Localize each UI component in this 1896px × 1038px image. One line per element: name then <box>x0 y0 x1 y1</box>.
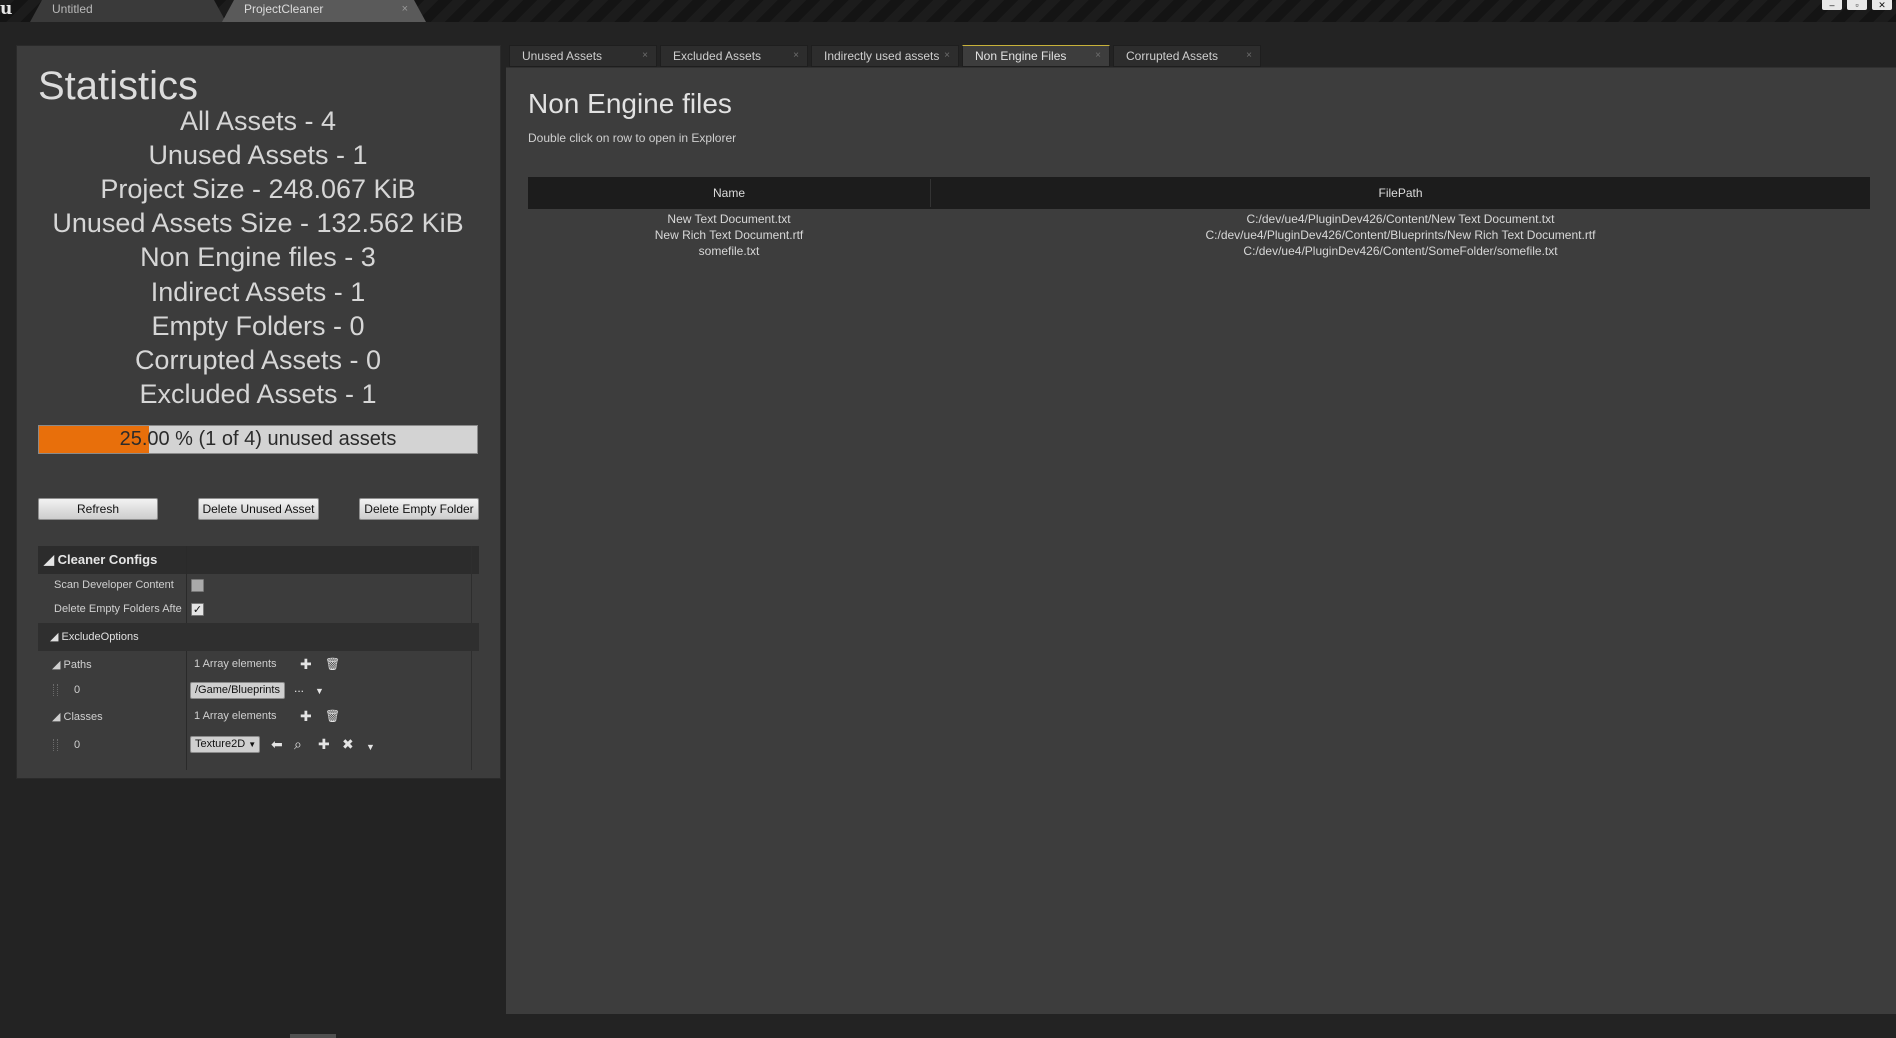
exclude-options-title: ExcludeOptions <box>61 631 139 643</box>
close-icon[interactable]: × <box>642 50 648 61</box>
classes-label-text: Classes <box>63 711 103 723</box>
tab-label: Indirectly used assets <box>824 49 940 63</box>
tab-unused-assets[interactable]: Unused Assets × <box>509 45 657 67</box>
tab-indirectly-used-assets[interactable]: Indirectly used assets × <box>811 45 959 67</box>
classes-label[interactable]: ◢ Classes <box>52 710 103 723</box>
status-bar <box>0 1014 1896 1038</box>
collapse-triangle-icon[interactable]: ◢ <box>44 552 54 567</box>
drag-handle-icon[interactable] <box>53 739 58 751</box>
tab-label: Corrupted Assets <box>1126 49 1219 63</box>
use-selected-arrow-icon[interactable]: ⬅ <box>271 737 283 751</box>
class-select-value: Texture2D <box>195 738 246 750</box>
stat-corrupted: Corrupted Assets - 0 <box>134 345 382 375</box>
close-icon[interactable]: × <box>1246 50 1252 61</box>
paths-label-text: Paths <box>63 659 92 671</box>
drag-handle-icon[interactable] <box>53 684 58 696</box>
class-select[interactable]: Texture2D ▼ <box>190 736 261 753</box>
close-icon[interactable]: × <box>1095 50 1101 61</box>
cleaner-configs-title: Cleaner Configs <box>57 552 158 567</box>
tab-excluded-assets[interactable]: Excluded Assets × <box>660 45 808 67</box>
stat-unused-size: Unused Assets Size - 132.562 KiB <box>52 208 464 238</box>
tab-label: Unused Assets <box>522 49 603 63</box>
stat-empty-folders: Empty Folders - 0 <box>151 311 365 341</box>
close-icon[interactable]: × <box>944 50 950 61</box>
paths-label[interactable]: ◢ Paths <box>52 658 92 671</box>
cleaner-configs-header[interactable]: ◢ Cleaner Configs <box>38 546 479 574</box>
table-row-name[interactable]: New Text Document.txt <box>528 212 930 226</box>
add-icon[interactable]: ✚ <box>318 737 330 751</box>
tab-non-engine-files[interactable]: Non Engine Files × <box>962 45 1110 67</box>
progress-label: 25.00 % (1 of 4) unused assets <box>119 428 397 450</box>
trash-icon[interactable]: 🗑 <box>325 657 340 671</box>
doc-tab-label: Untitled <box>52 2 93 16</box>
chevron-down-icon[interactable]: ▼ <box>315 684 324 698</box>
add-element-icon[interactable]: ✚ <box>300 709 312 723</box>
stat-non-engine: Non Engine files - 3 <box>140 242 376 272</box>
clear-icon[interactable]: ✖ <box>342 737 354 751</box>
table-row-path[interactable]: C:/dev/ue4/PluginDev426/Content/Blueprin… <box>931 228 1870 242</box>
minimize-icon[interactable]: – <box>1822 0 1842 10</box>
refresh-button[interactable]: Refresh <box>38 498 158 520</box>
collapse-triangle-icon[interactable]: ◢ <box>52 659 60 671</box>
tab-label: Excluded Assets <box>673 49 762 63</box>
close-icon[interactable]: × <box>402 3 408 15</box>
column-header-name[interactable]: Name <box>528 177 930 209</box>
scan-developer-content-checkbox[interactable] <box>191 579 204 592</box>
stat-all-assets: All Assets - 4 <box>179 106 337 136</box>
chevron-down-icon: ▼ <box>248 740 257 749</box>
path-index: 0 <box>74 684 81 696</box>
class-index: 0 <box>74 739 81 751</box>
doc-tab-untitled[interactable]: Untitled <box>30 0 226 22</box>
tab-label: Non Engine Files <box>975 49 1067 63</box>
statistics-title: Statistics <box>38 64 199 108</box>
restore-icon[interactable]: ▫ <box>1847 0 1867 10</box>
scan-developer-content-label: Scan Developer Content <box>54 579 174 591</box>
close-icon[interactable]: ✕ <box>1872 0 1892 10</box>
column-divider[interactable] <box>186 546 187 770</box>
delete-empty-folder-button[interactable]: Delete Empty Folder <box>359 498 479 520</box>
resize-handle[interactable] <box>290 1034 336 1038</box>
table-row-name[interactable]: somefile.txt <box>528 244 930 258</box>
paths-count: 1 Array elements <box>194 658 277 670</box>
stat-project-size: Project Size - 248.067 KiB <box>100 174 416 204</box>
page-title: Non Engine files <box>528 88 732 119</box>
path-value-field[interactable]: /Game/Blueprints <box>190 682 285 699</box>
table-row-path[interactable]: C:/dev/ue4/PluginDev426/Content/New Text… <box>931 212 1870 226</box>
delete-empty-folders-checkbox[interactable]: ✓ <box>191 603 204 616</box>
exclude-options-header[interactable]: ◢ ExcludeOptions <box>38 623 479 651</box>
browse-ellipsis-icon[interactable]: ... <box>294 681 304 695</box>
stat-unused-assets: Unused Assets - 1 <box>148 140 368 170</box>
collapse-triangle-icon[interactable]: ◢ <box>50 631 58 643</box>
stat-excluded: Excluded Assets - 1 <box>139 379 377 409</box>
page-subtitle: Double click on row to open in Explorer <box>528 131 737 145</box>
column-header-filepath[interactable]: FilePath <box>931 177 1870 209</box>
table-row-name[interactable]: New Rich Text Document.rtf <box>528 228 930 242</box>
classes-count: 1 Array elements <box>194 710 277 722</box>
close-icon[interactable]: × <box>793 50 799 61</box>
stat-indirect: Indirect Assets - 1 <box>150 277 366 307</box>
details-divider <box>471 546 472 770</box>
trash-icon[interactable]: 🗑 <box>325 709 340 723</box>
tab-corrupted-assets[interactable]: Corrupted Assets × <box>1113 45 1261 67</box>
chevron-down-icon[interactable]: ▼ <box>366 740 375 754</box>
delete-unused-asset-button[interactable]: Delete Unused Asset <box>198 498 319 520</box>
doc-tab-projectcleaner[interactable]: ProjectCleaner × <box>222 0 426 22</box>
unused-progress-bar: 25.00 % (1 of 4) unused assets <box>38 425 478 454</box>
unreal-logo-icon: u <box>0 0 13 19</box>
add-element-icon[interactable]: ✚ <box>300 657 312 671</box>
non-engine-files-panel <box>506 67 1896 1014</box>
doc-tab-label: ProjectCleaner <box>244 2 324 16</box>
table-row-path[interactable]: C:/dev/ue4/PluginDev426/Content/SomeFold… <box>931 244 1870 258</box>
delete-empty-folders-label: Delete Empty Folders Afte <box>54 603 182 615</box>
search-icon[interactable]: ⌕ <box>294 737 302 751</box>
collapse-triangle-icon[interactable]: ◢ <box>52 711 60 723</box>
